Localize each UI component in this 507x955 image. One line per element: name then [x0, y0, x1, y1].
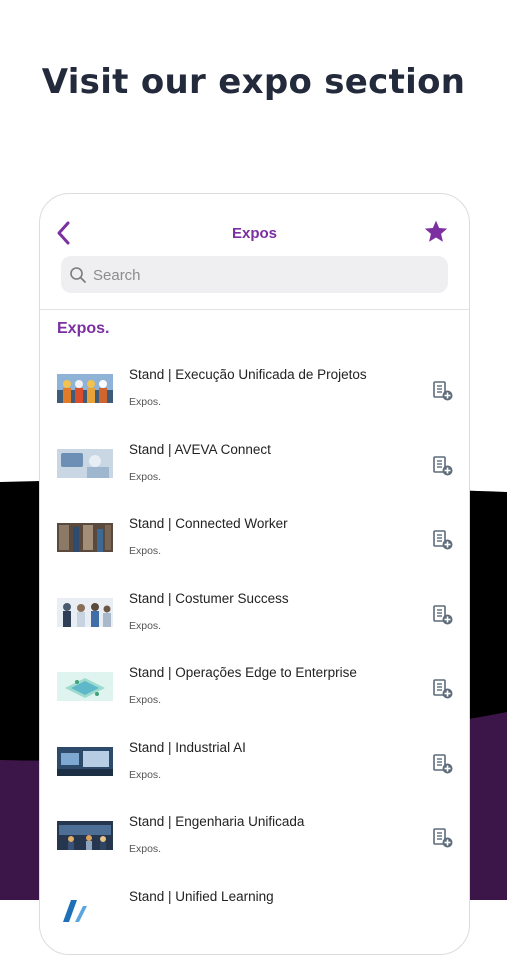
list-item[interactable]: Stand | Unified Learning: [40, 876, 469, 951]
item-title: Stand | Engenharia Unificada: [129, 814, 305, 829]
item-title: Stand | Execução Unificada de Projetos: [129, 367, 367, 382]
item-title: Stand | Connected Worker: [129, 516, 288, 531]
list-item[interactable]: Stand | Costumer Success Expos.: [40, 578, 469, 653]
expo-list: Stand | Execução Unificada de Projetos E…: [40, 354, 469, 950]
headline: Visit our expo section: [41, 62, 466, 102]
item-title: Stand | Unified Learning: [129, 888, 274, 904]
add-to-calendar-icon[interactable]: [432, 455, 454, 477]
add-to-calendar-icon[interactable]: [432, 380, 454, 402]
list-item[interactable]: Stand | Operações Edge to Enterprise Exp…: [40, 652, 469, 727]
stand-thumbnail: [57, 448, 113, 478]
app-bar: Expos: [40, 215, 469, 255]
item-subtitle: Expos.: [129, 396, 162, 408]
stand-thumbnail: [57, 746, 113, 776]
list-item[interactable]: Stand | Connected Worker Expos.: [40, 503, 469, 578]
add-to-calendar-icon[interactable]: [432, 827, 454, 849]
page-title: Expos: [231, 225, 277, 242]
add-to-calendar-icon[interactable]: [432, 753, 454, 775]
add-to-calendar-icon[interactable]: [432, 604, 454, 626]
section-title: Expos.: [57, 320, 110, 337]
divider: [40, 309, 469, 310]
item-subtitle: Expos.: [129, 843, 162, 855]
list-item[interactable]: Stand | Industrial AI Expos.: [40, 727, 469, 802]
item-subtitle: Expos.: [129, 694, 162, 706]
search-bar: [61, 256, 448, 295]
item-subtitle: Expos.: [129, 619, 162, 632]
search-input[interactable]: [91, 256, 435, 295]
list-item[interactable]: Stand | Engenharia Unificada Expos.: [40, 801, 469, 876]
item-subtitle: Expos.: [129, 545, 162, 557]
item-title: Stand | AVEVA Connect: [129, 441, 271, 457]
item-subtitle: Expos.: [129, 470, 162, 483]
stand-thumbnail: [57, 374, 113, 403]
search-icon: [70, 267, 86, 283]
add-to-calendar-icon[interactable]: [432, 678, 454, 700]
stand-thumbnail: [57, 821, 113, 850]
stand-thumbnail: [57, 597, 113, 627]
add-to-calendar-icon[interactable]: [432, 529, 454, 551]
item-title: Stand | Costumer Success: [129, 590, 289, 606]
phone-screen: Expos Expos. Stand | Execução Unificada …: [39, 193, 470, 955]
item-title: Stand | Industrial AI: [129, 739, 246, 755]
item-subtitle: Expos.: [129, 768, 162, 781]
stand-thumbnail: [57, 672, 113, 701]
stand-thumbnail: [57, 523, 113, 552]
star-icon[interactable]: [423, 219, 449, 245]
list-item[interactable]: Stand | AVEVA Connect Expos.: [40, 429, 469, 504]
list-item[interactable]: Stand | Execução Unificada de Projetos E…: [40, 354, 469, 429]
item-title: Stand | Operações Edge to Enterprise: [129, 665, 357, 680]
